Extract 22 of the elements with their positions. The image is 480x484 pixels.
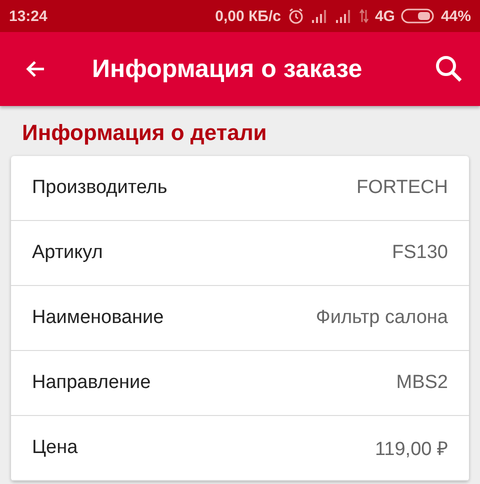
field-value: FS130 — [392, 242, 448, 264]
signal-icon — [334, 9, 353, 23]
field-value: 119,00 ₽ — [375, 438, 448, 461]
battery-icon — [400, 8, 435, 24]
field-label: Производитель — [32, 177, 168, 199]
network-type: 4G — [374, 8, 395, 24]
field-value: MBS2 — [396, 372, 448, 394]
field-value: FORTECH — [356, 177, 448, 199]
field-label: Артикул — [32, 242, 103, 264]
data-arrows-icon — [358, 9, 369, 23]
status-time: 13:24 — [9, 8, 48, 24]
field-label: Цена — [32, 437, 78, 459]
field-label: Наименование — [32, 307, 164, 329]
search-icon — [434, 54, 464, 84]
battery-level: 44% — [440, 8, 471, 24]
alarm-icon — [286, 7, 305, 25]
section-title: Информация о детали — [21, 119, 268, 147]
screen-title: Информация о заказе — [92, 54, 364, 84]
signal-icon — [310, 9, 329, 23]
field-value: Фильтр салона — [316, 307, 448, 329]
network-speed: 0,00 КБ/с — [215, 8, 281, 24]
field-label: Направление — [32, 372, 151, 394]
